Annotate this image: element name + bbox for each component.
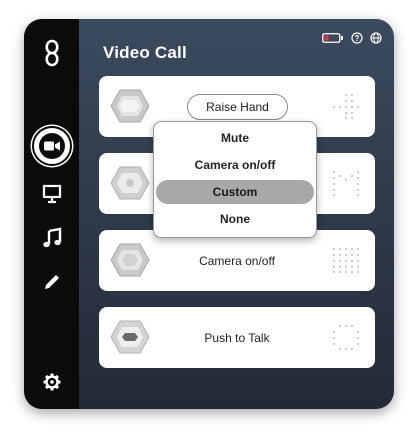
music-note-icon <box>42 227 61 248</box>
hexagon-button-icon[interactable] <box>110 165 150 201</box>
help-icon[interactable]: ? <box>351 32 363 44</box>
battery-low-icon <box>322 33 343 43</box>
hexagon-button-icon[interactable] <box>110 88 150 124</box>
menu-item-custom[interactable]: Custom <box>156 180 314 204</box>
gesture-dots-icon <box>333 94 359 119</box>
shortcut-card-camera: Camera on/off <box>99 230 375 291</box>
sidebar <box>24 19 79 409</box>
menu-item-mute[interactable]: Mute <box>156 126 314 150</box>
camera-icon <box>38 133 65 159</box>
gear-icon <box>43 373 60 391</box>
shortcut-label: Push to Talk <box>204 331 270 345</box>
infinity-logo-icon[interactable] <box>24 35 79 71</box>
hexagon-button-icon[interactable] <box>110 319 150 355</box>
raise-hand-button[interactable]: Raise Hand <box>187 94 288 120</box>
sidebar-item-music[interactable] <box>24 223 79 253</box>
status-icons: ? <box>322 32 382 44</box>
gesture-dots-icon <box>333 171 359 196</box>
globe-icon[interactable] <box>370 32 382 44</box>
sidebar-item-video-call[interactable] <box>24 126 79 166</box>
menu-item-none[interactable]: None <box>156 207 314 231</box>
shortcut-card-push-to-talk: Push to Talk <box>99 307 375 368</box>
page-title: Video Call <box>103 43 187 62</box>
gesture-dots-icon <box>333 248 359 273</box>
shortcut-label: Camera on/off <box>199 254 275 268</box>
action-dropdown-menu: Mute Camera on/off Custom None <box>153 121 317 238</box>
hexagon-button-icon[interactable] <box>110 242 150 278</box>
sidebar-item-draw[interactable] <box>24 267 79 297</box>
presentation-icon <box>42 184 61 204</box>
pencil-icon <box>44 275 59 289</box>
gesture-dots-icon <box>333 325 359 350</box>
sidebar-item-settings[interactable] <box>24 367 79 397</box>
sidebar-item-presentation[interactable] <box>24 179 79 209</box>
svg-text:?: ? <box>355 34 360 43</box>
menu-item-camera-on-off[interactable]: Camera on/off <box>156 153 314 177</box>
